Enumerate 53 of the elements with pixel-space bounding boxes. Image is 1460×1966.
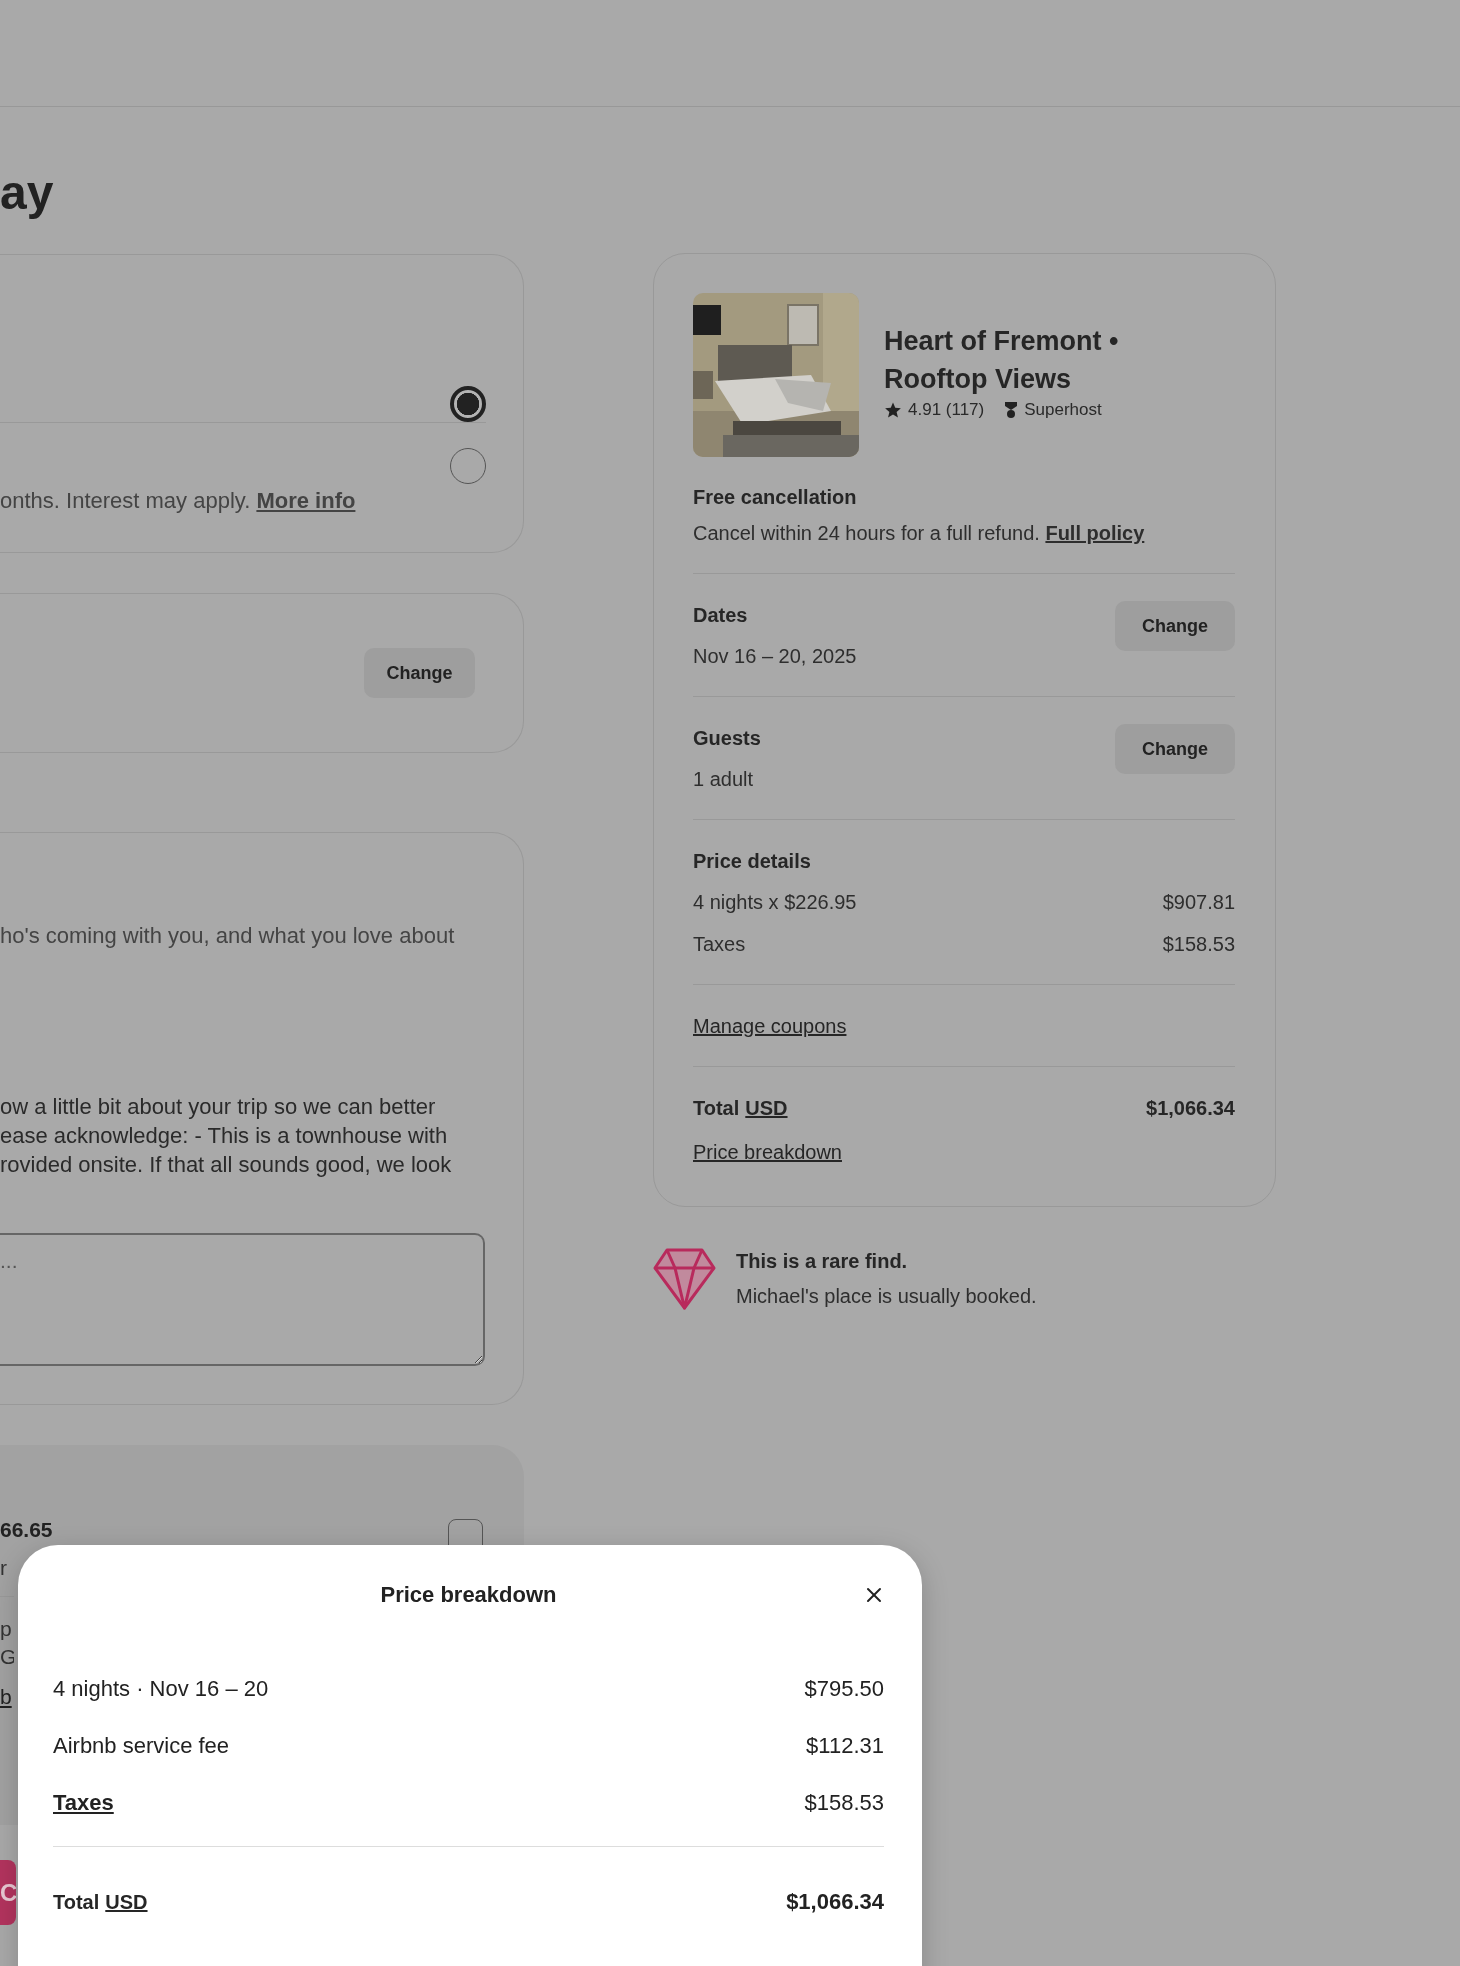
diamond-icon — [653, 1248, 716, 1310]
total-amount: $1,066.34 — [786, 1888, 884, 1916]
total-label: Total — [693, 1096, 740, 1121]
change-button[interactable]: Change — [1115, 724, 1235, 774]
listing-title: Heart of Fremont • Rooftop Views — [884, 325, 1120, 396]
dialog-title: Price breakdown — [380, 1582, 557, 1608]
payment-option-description: onths. Interest may apply. More info — [0, 487, 357, 515]
currency-link[interactable]: USD — [105, 1887, 148, 1917]
more-info-link[interactable]: More info — [256, 488, 356, 513]
option-text: r — [0, 1555, 8, 1581]
currency-link[interactable]: USD — [745, 1094, 788, 1122]
option-text: p — [0, 1616, 13, 1642]
confirm-button[interactable]: C — [0, 1860, 16, 1925]
breakdown-label: Airbnb service fee — [53, 1732, 230, 1760]
total-amount: $1,066.34 — [1146, 1096, 1235, 1121]
manage-coupons-link[interactable]: Manage coupons — [693, 1012, 847, 1040]
section-title: Free cancellation — [693, 485, 858, 510]
taxes-link[interactable]: Taxes — [53, 1788, 114, 1818]
price-label: 4 nights x $226.95 — [693, 890, 857, 915]
option-link[interactable]: b — [0, 1683, 14, 1711]
host-note-line: ease acknowledge: - This is a townhouse with — [0, 1122, 449, 1150]
breakdown-label: 4 nights · Nov 16 – 20 — [53, 1675, 269, 1703]
message-field[interactable]: ... — [0, 1233, 485, 1366]
radio-button[interactable] — [450, 386, 486, 422]
price-amount: $907.81 — [1162, 890, 1235, 915]
section-title: Price details — [693, 849, 812, 874]
breakdown-amount: $112.31 — [806, 1732, 884, 1760]
rare-find-title: This is a rare find. — [736, 1249, 909, 1274]
price-label: Taxes — [693, 932, 746, 957]
section-title: Guests — [693, 726, 761, 751]
host-note-line: ow a little bit about your trip so we can better — [0, 1093, 437, 1121]
rare-find-text: Michael's place is usually booked. — [736, 1284, 1037, 1309]
change-button[interactable]: Change — [1115, 601, 1235, 651]
amount-text: 66.65 — [0, 1517, 53, 1543]
star-icon — [884, 401, 902, 419]
price-breakdown-link[interactable]: Price breakdown — [693, 1138, 842, 1166]
section-value: Nov 16 – 20, 2025 — [693, 644, 857, 669]
superhost-icon — [1004, 401, 1019, 419]
host-note-line: rovided onsite. If that all sounds good, we look — [0, 1151, 453, 1179]
option-text: G — [0, 1644, 14, 1670]
rating-text: 4.91 (117) — [908, 399, 985, 421]
cancellation-text: Cancel within 24 hours for a full refund. Full policy — [693, 521, 1146, 546]
section-value: 1 adult — [693, 767, 755, 792]
message-prompt: ho's coming with you, and what you love about — [0, 922, 456, 950]
change-button[interactable]: Change — [364, 648, 475, 698]
breakdown-amount: $158.53 — [804, 1789, 884, 1817]
total-label: Total — [53, 1890, 100, 1915]
full-policy-link[interactable]: Full policy — [1045, 522, 1145, 544]
page-title: ay — [0, 165, 54, 221]
price-amount: $158.53 — [1162, 932, 1235, 957]
section-title: Dates — [693, 603, 749, 628]
superhost-label: Superhost — [1024, 399, 1102, 421]
breakdown-amount: $795.50 — [804, 1675, 884, 1703]
